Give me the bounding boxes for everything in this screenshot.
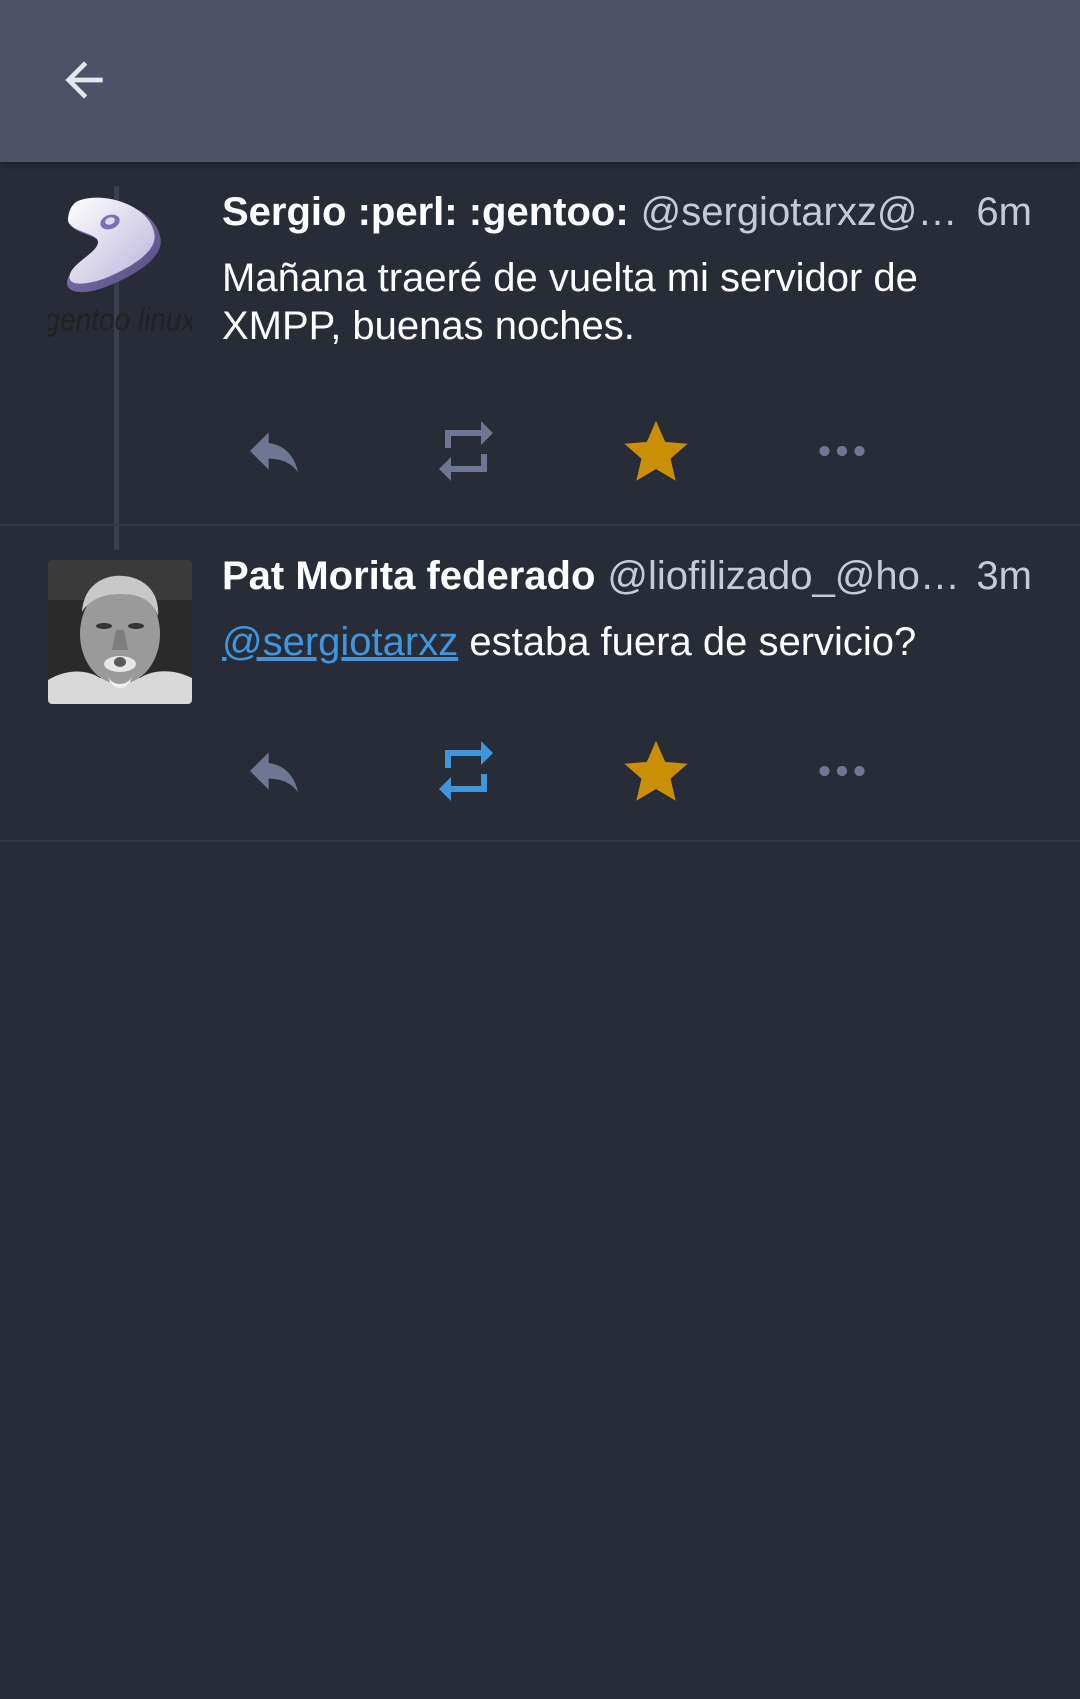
more-button[interactable] bbox=[792, 726, 982, 816]
reply-button[interactable] bbox=[222, 726, 412, 816]
app-bar bbox=[0, 0, 1080, 162]
gentoo-logo: gentoo linux bbox=[48, 197, 192, 338]
favourite-button[interactable] bbox=[602, 406, 792, 496]
account-handle[interactable]: @liofilizado_@ho… bbox=[607, 554, 962, 599]
gentoo-logo-text: gentoo linux bbox=[48, 303, 192, 338]
reply-icon bbox=[250, 752, 298, 793]
more-horizontal-icon bbox=[819, 445, 865, 457]
status-item[interactable]: gentoo linux Sergio :perl: :gentoo: @ser… bbox=[0, 162, 1080, 526]
status-header: Sergio :perl: :gentoo: @sergiotarxz@… 6m bbox=[222, 186, 1032, 238]
display-name[interactable]: Pat Morita federado bbox=[222, 554, 595, 599]
star-icon bbox=[624, 420, 688, 481]
more-horizontal-icon bbox=[819, 765, 865, 777]
favourite-button[interactable] bbox=[602, 726, 792, 816]
reblog-icon bbox=[439, 741, 494, 801]
status-actions bbox=[222, 406, 982, 496]
avatar[interactable]: gentoo linux bbox=[48, 196, 192, 340]
timestamp[interactable]: 6m bbox=[976, 190, 1032, 235]
arrow-left-icon bbox=[65, 61, 103, 99]
star-icon bbox=[624, 740, 688, 801]
display-name[interactable]: Sergio :perl: :gentoo: bbox=[222, 190, 629, 235]
reblog-icon bbox=[439, 421, 494, 481]
reply-icon bbox=[250, 432, 298, 473]
avatar[interactable] bbox=[48, 560, 192, 704]
status-actions bbox=[222, 726, 982, 816]
account-handle[interactable]: @sergiotarxz@… bbox=[641, 190, 963, 235]
timestamp[interactable]: 3m bbox=[976, 554, 1032, 599]
status-text: estaba fuera de servicio? bbox=[458, 620, 917, 664]
status-content: Mañana traeré de vuelta mi servidor de X… bbox=[222, 256, 918, 348]
back-button[interactable] bbox=[44, 40, 124, 120]
status-item[interactable]: Pat Morita federado @liofilizado_@ho… 3m… bbox=[0, 526, 1080, 842]
more-button[interactable] bbox=[792, 406, 982, 496]
mention-link[interactable]: @sergiotarxz bbox=[222, 620, 458, 664]
avatar-portrait-image bbox=[48, 560, 192, 704]
reblog-button[interactable] bbox=[412, 406, 602, 496]
status-content: @sergiotarxz estaba fuera de servicio? bbox=[222, 618, 1032, 666]
reply-button[interactable] bbox=[222, 406, 412, 496]
reblog-button[interactable] bbox=[412, 726, 602, 816]
status-header: Pat Morita federado @liofilizado_@ho… 3m bbox=[222, 550, 1032, 602]
